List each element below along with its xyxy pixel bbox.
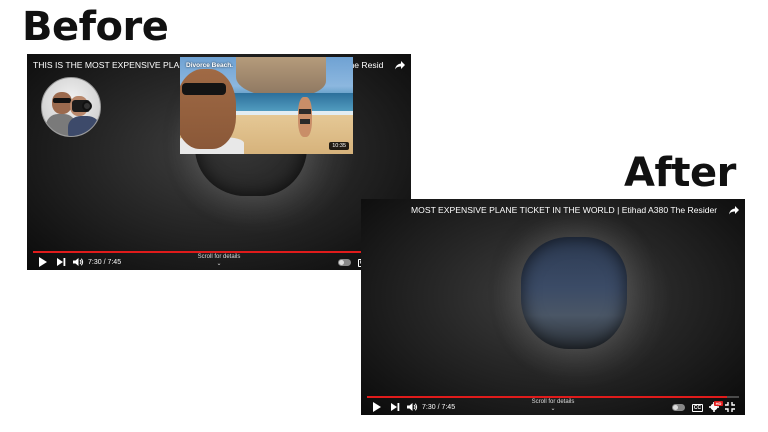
endcard-video-thumbnail[interactable]: Divorce Beach. 10:35 <box>180 57 353 154</box>
time-display: 7:30 / 7:45 <box>422 404 456 411</box>
chevron-down-icon: ⌄ <box>550 406 556 412</box>
progress-bar-fill <box>33 251 394 253</box>
autoplay-toggle[interactable] <box>672 404 685 411</box>
chevron-down-icon: ⌄ <box>216 261 222 267</box>
volume-icon[interactable] <box>73 257 84 267</box>
before-heading: Before <box>22 4 169 50</box>
exit-fullscreen-icon[interactable] <box>725 402 735 412</box>
cabin-window <box>521 237 627 349</box>
progress-bar[interactable] <box>367 396 739 398</box>
share-icon[interactable] <box>728 203 740 215</box>
after-heading: After <box>624 150 736 196</box>
time-display: 7:30 / 7:45 <box>88 259 122 266</box>
autoplay-toggle[interactable] <box>338 259 351 266</box>
endcard-duration: 10:35 <box>329 142 349 150</box>
endcard-title: Divorce Beach. <box>186 62 233 69</box>
play-icon[interactable] <box>39 257 47 267</box>
scroll-hint-label: Scroll for details <box>197 254 241 260</box>
volume-icon[interactable] <box>407 402 418 412</box>
next-icon[interactable] <box>391 402 400 412</box>
next-icon[interactable] <box>57 257 66 267</box>
scroll-for-details[interactable]: Scroll for details ⌄ <box>532 399 575 413</box>
scroll-for-details[interactable]: Scroll for details ⌄ <box>198 254 241 268</box>
play-icon[interactable] <box>373 402 381 412</box>
channel-avatar-overlay[interactable] <box>41 77 101 137</box>
captions-icon[interactable]: CC <box>692 404 703 412</box>
scroll-hint-label: Scroll for details <box>531 399 575 405</box>
after-video-player[interactable]: MOST EXPENSIVE PLANE TICKET IN THE WORLD… <box>361 199 745 415</box>
progress-bar[interactable] <box>33 251 405 253</box>
share-icon[interactable] <box>394 58 406 70</box>
player-controls: 7:30 / 7:45 Scroll for details ⌄ CC HD <box>27 254 411 270</box>
hd-badge: HD <box>714 401 723 406</box>
progress-bar-fill <box>367 396 728 398</box>
player-controls: 7:30 / 7:45 Scroll for details ⌄ CC HD <box>361 399 745 415</box>
video-title[interactable]: MOST EXPENSIVE PLANE TICKET IN THE WORLD… <box>411 205 717 215</box>
